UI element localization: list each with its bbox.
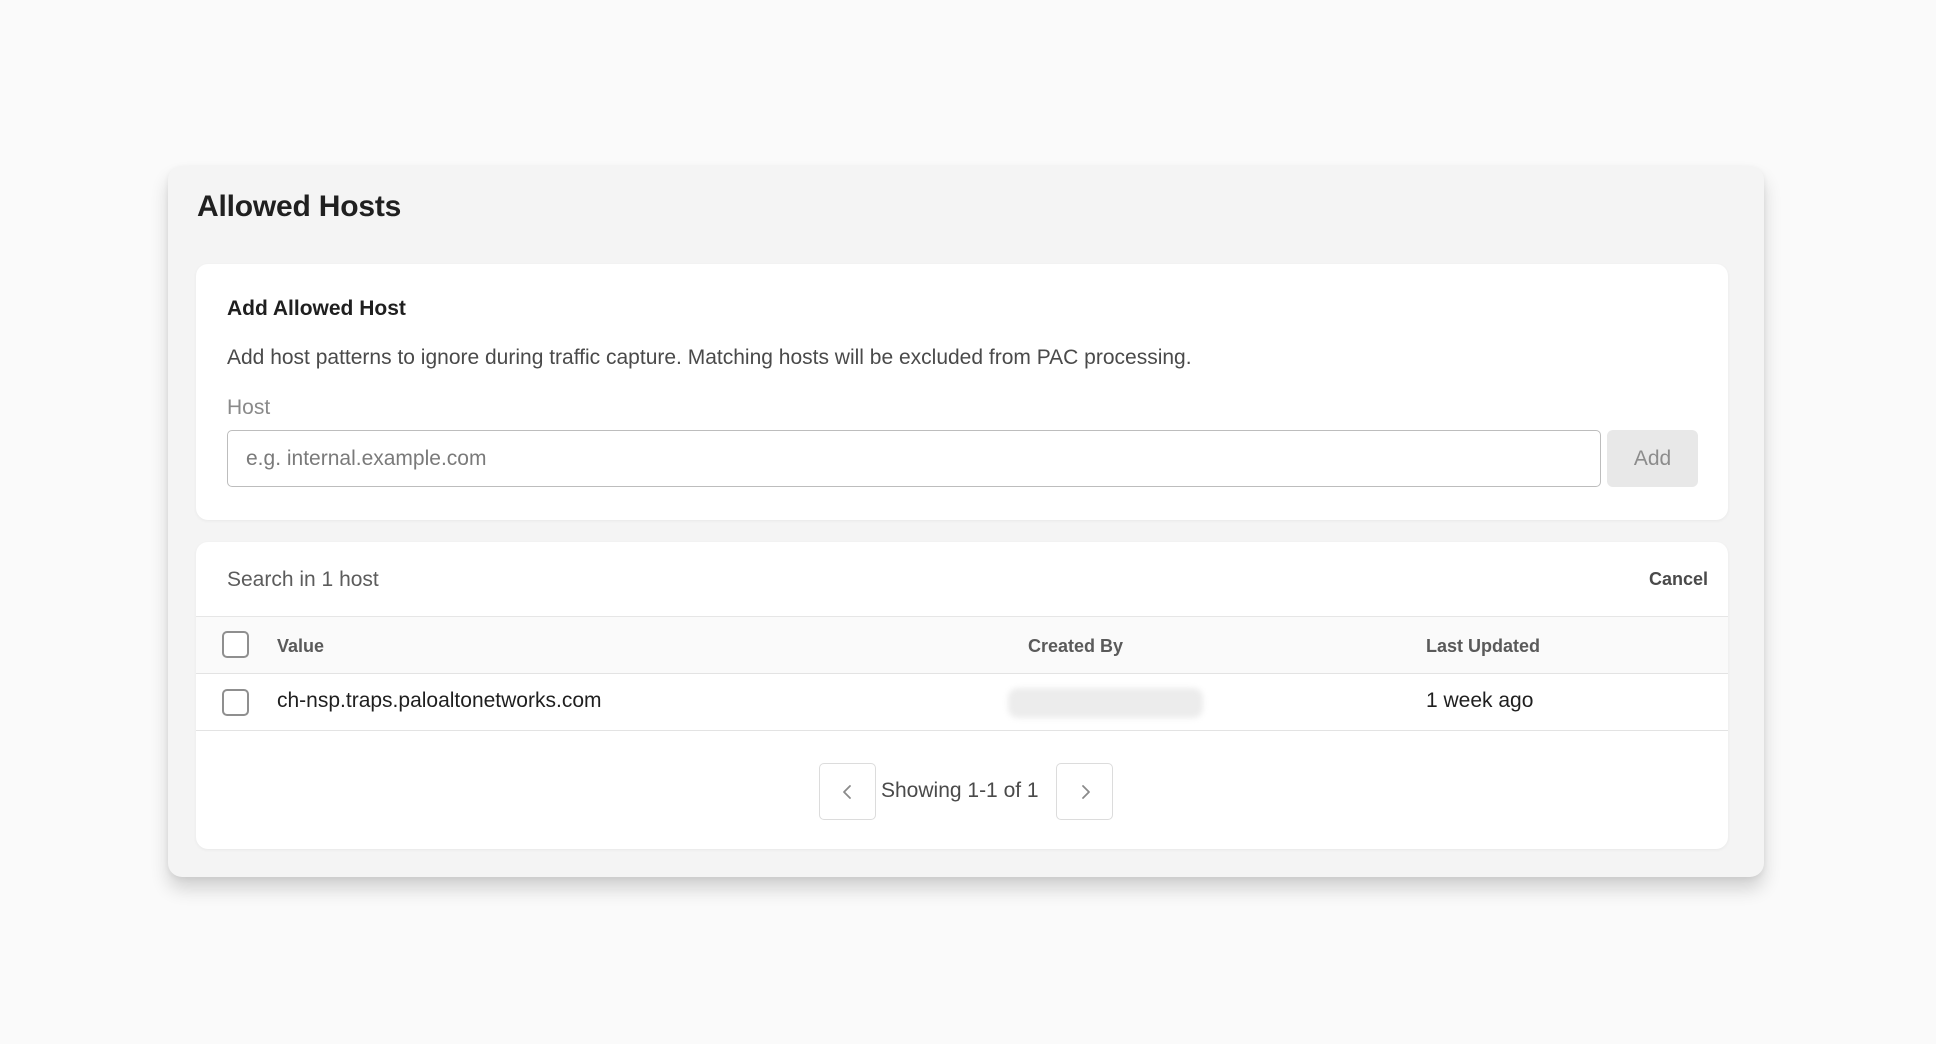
row-last-updated: 1 week ago	[1426, 689, 1534, 712]
chevron-left-icon	[842, 784, 851, 799]
add-button[interactable]: Add	[1607, 430, 1698, 487]
table-header: Value Created By Last Updated	[196, 617, 1728, 674]
chevron-right-icon	[1081, 784, 1090, 799]
host-input[interactable]	[227, 430, 1601, 487]
column-header-created-by[interactable]: Created By	[1028, 636, 1123, 657]
host-field-label: Host	[227, 396, 271, 419]
column-header-value[interactable]: Value	[277, 636, 324, 657]
column-header-last-updated[interactable]: Last Updated	[1426, 636, 1540, 657]
allowed-hosts-panel: Allowed Hosts Add Allowed Host Add host …	[168, 166, 1764, 877]
add-allowed-host-card: Add Allowed Host Add host patterns to ig…	[196, 264, 1728, 520]
pagination-status: Showing 1-1 of 1	[881, 779, 1039, 802]
row-value: ch-nsp.traps.paloaltonetworks.com	[277, 689, 602, 712]
search-text[interactable]: Search in 1 host	[227, 568, 379, 592]
search-bar[interactable]: Search in 1 host Cancel	[196, 542, 1728, 617]
table-row[interactable]: ch-nsp.traps.paloaltonetworks.com 1 week…	[196, 674, 1728, 731]
cancel-button[interactable]: Cancel	[1649, 569, 1708, 590]
next-page-button[interactable]	[1056, 763, 1113, 820]
previous-page-button[interactable]	[819, 763, 876, 820]
host-list-card: Search in 1 host Cancel Value Created By…	[196, 542, 1728, 849]
panel-title: Allowed Hosts	[197, 190, 402, 223]
add-host-title: Add Allowed Host	[227, 297, 406, 320]
select-all-checkbox[interactable]	[222, 631, 249, 658]
add-host-description: Add host patterns to ignore during traff…	[227, 346, 1192, 369]
row-checkbox[interactable]	[222, 689, 249, 716]
row-created-by-redacted	[1008, 688, 1203, 718]
